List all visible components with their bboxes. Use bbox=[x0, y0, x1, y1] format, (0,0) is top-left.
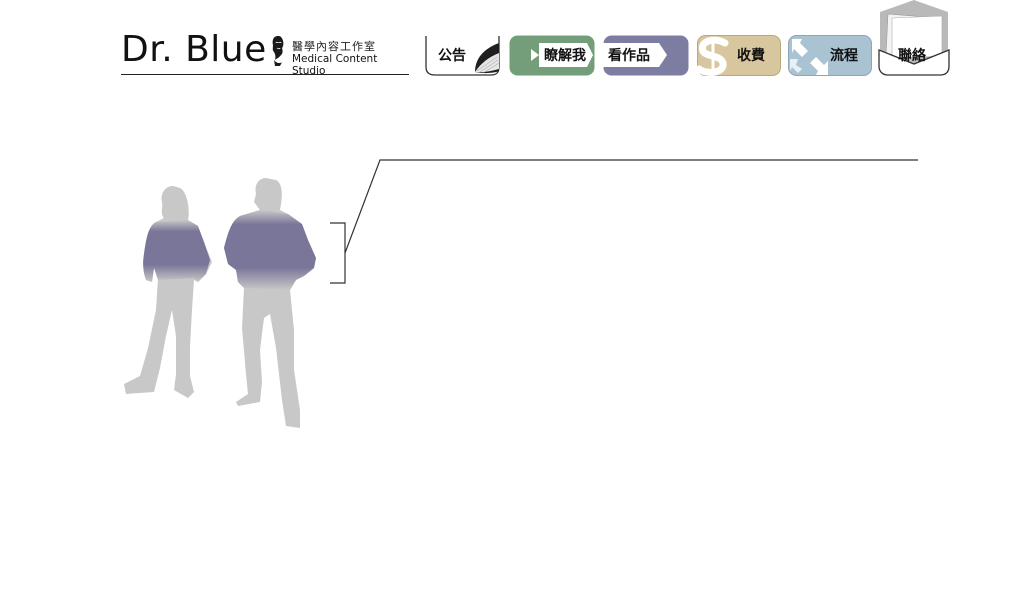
nav-portfolio-button[interactable]: 看作品 bbox=[603, 35, 689, 77]
nav-process-label: 流程 bbox=[830, 48, 858, 64]
site-logo[interactable]: Dr. Blue 醫學內容工作室 Medical Content Studio bbox=[121, 29, 409, 77]
nav-announcements-label: 公告 bbox=[438, 48, 466, 64]
nav-about-me-button[interactable]: 瞭解我 bbox=[509, 35, 595, 77]
callout-bracket bbox=[330, 159, 918, 284]
portrait-icon bbox=[272, 36, 284, 66]
woman-silhouette bbox=[124, 186, 212, 398]
nav-fees-button[interactable]: 收費 bbox=[697, 35, 781, 77]
nav-announcements-button[interactable]: 公告 bbox=[425, 35, 501, 77]
nav-contact-button[interactable]: 聯絡 bbox=[878, 0, 950, 78]
nav-about-me-label: 瞭解我 bbox=[544, 48, 586, 64]
nav-fees-label: 收費 bbox=[737, 48, 765, 64]
man-silhouette bbox=[224, 178, 316, 428]
nav-contact-label: 聯絡 bbox=[898, 48, 926, 64]
logo-title: Dr. Blue bbox=[121, 29, 267, 70]
logo-underline bbox=[121, 74, 409, 75]
people-silhouettes-illustration bbox=[124, 178, 316, 428]
logo-subtitle-chinese: 醫學內容工作室 bbox=[292, 40, 376, 53]
nav-portfolio-label: 看作品 bbox=[608, 48, 650, 64]
nav-process-button[interactable]: 流程 bbox=[788, 35, 872, 77]
